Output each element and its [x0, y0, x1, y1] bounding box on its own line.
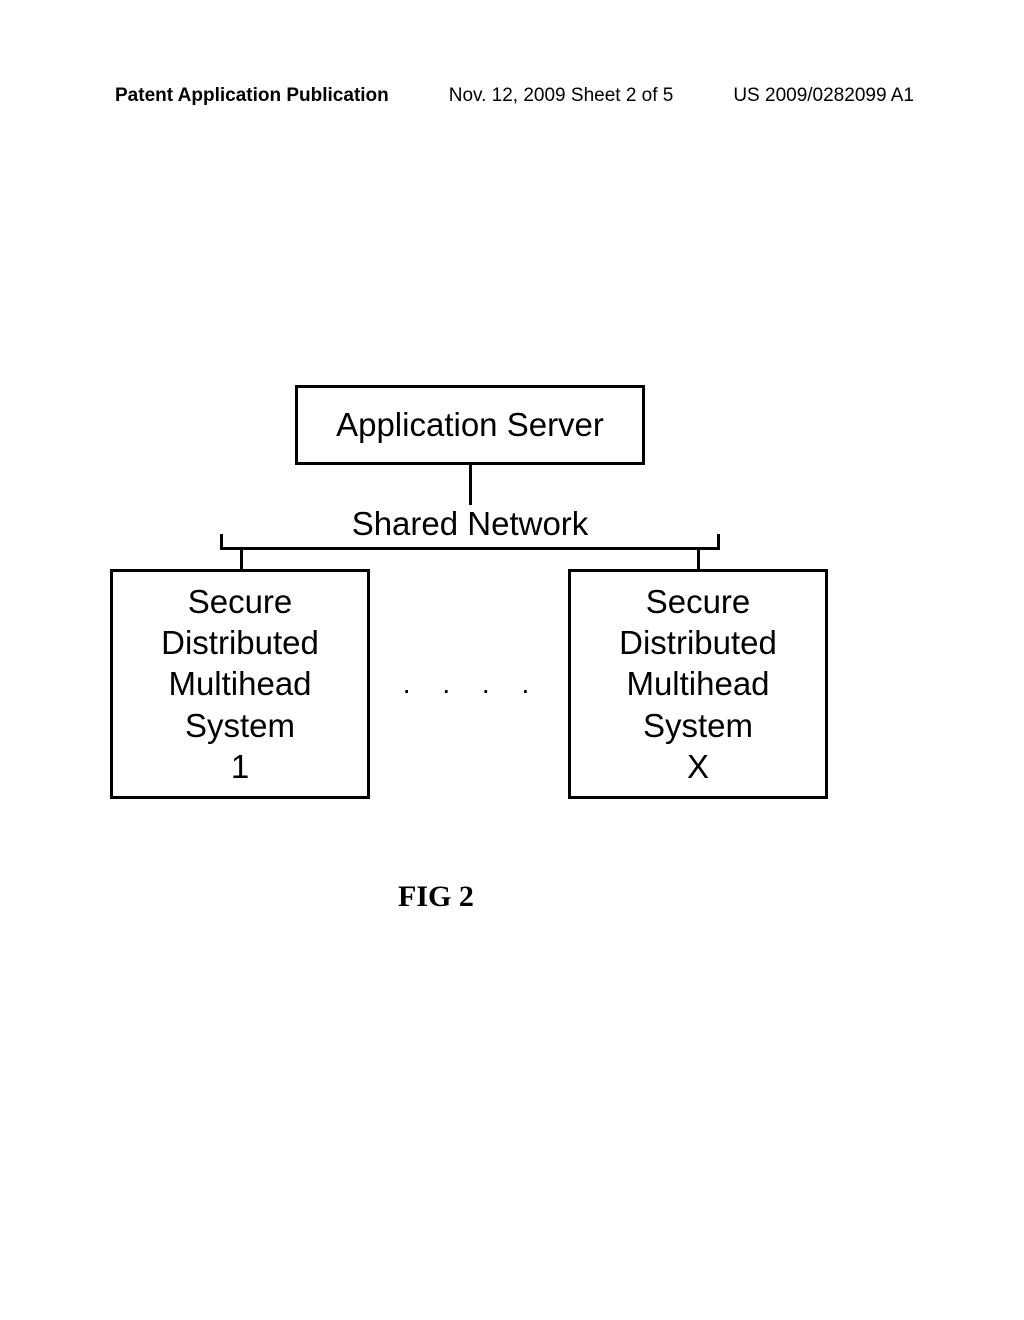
- connector-vertical-left: [240, 547, 243, 569]
- box-right-line5: X: [687, 746, 709, 787]
- connector-vertical-top: [469, 465, 472, 505]
- box-left-line5: 1: [231, 746, 249, 787]
- box-right-line2: Distributed: [619, 622, 777, 663]
- box-left-line1: Secure: [188, 581, 293, 622]
- header-center: Nov. 12, 2009 Sheet 2 of 5: [449, 85, 674, 107]
- multihead-system-box-x: Secure Distributed Multihead System X: [568, 569, 828, 799]
- tick-right: [717, 534, 720, 550]
- header-left: Patent Application Publication: [115, 85, 389, 107]
- connector-vertical-right: [697, 547, 700, 569]
- application-server-label: Application Server: [336, 406, 604, 444]
- box-right-line4: System: [643, 705, 753, 746]
- shared-network-line: [220, 547, 720, 550]
- tick-left: [220, 534, 223, 550]
- shared-network-label: Shared Network: [220, 505, 720, 548]
- box-left-line3: Multihead: [168, 663, 311, 704]
- application-server-box: Application Server: [295, 385, 645, 465]
- box-left-line2: Distributed: [161, 622, 319, 663]
- figure-label: FIG 2: [398, 880, 474, 914]
- header-right: US 2009/0282099 A1: [733, 85, 914, 107]
- ellipsis-dots: . . . .: [387, 668, 557, 700]
- box-right-line1: Secure: [646, 581, 751, 622]
- box-right-line3: Multihead: [626, 663, 769, 704]
- page-header: Patent Application Publication Nov. 12, …: [0, 0, 1024, 107]
- box-left-line4: System: [185, 705, 295, 746]
- multihead-system-box-1: Secure Distributed Multihead System 1: [110, 569, 370, 799]
